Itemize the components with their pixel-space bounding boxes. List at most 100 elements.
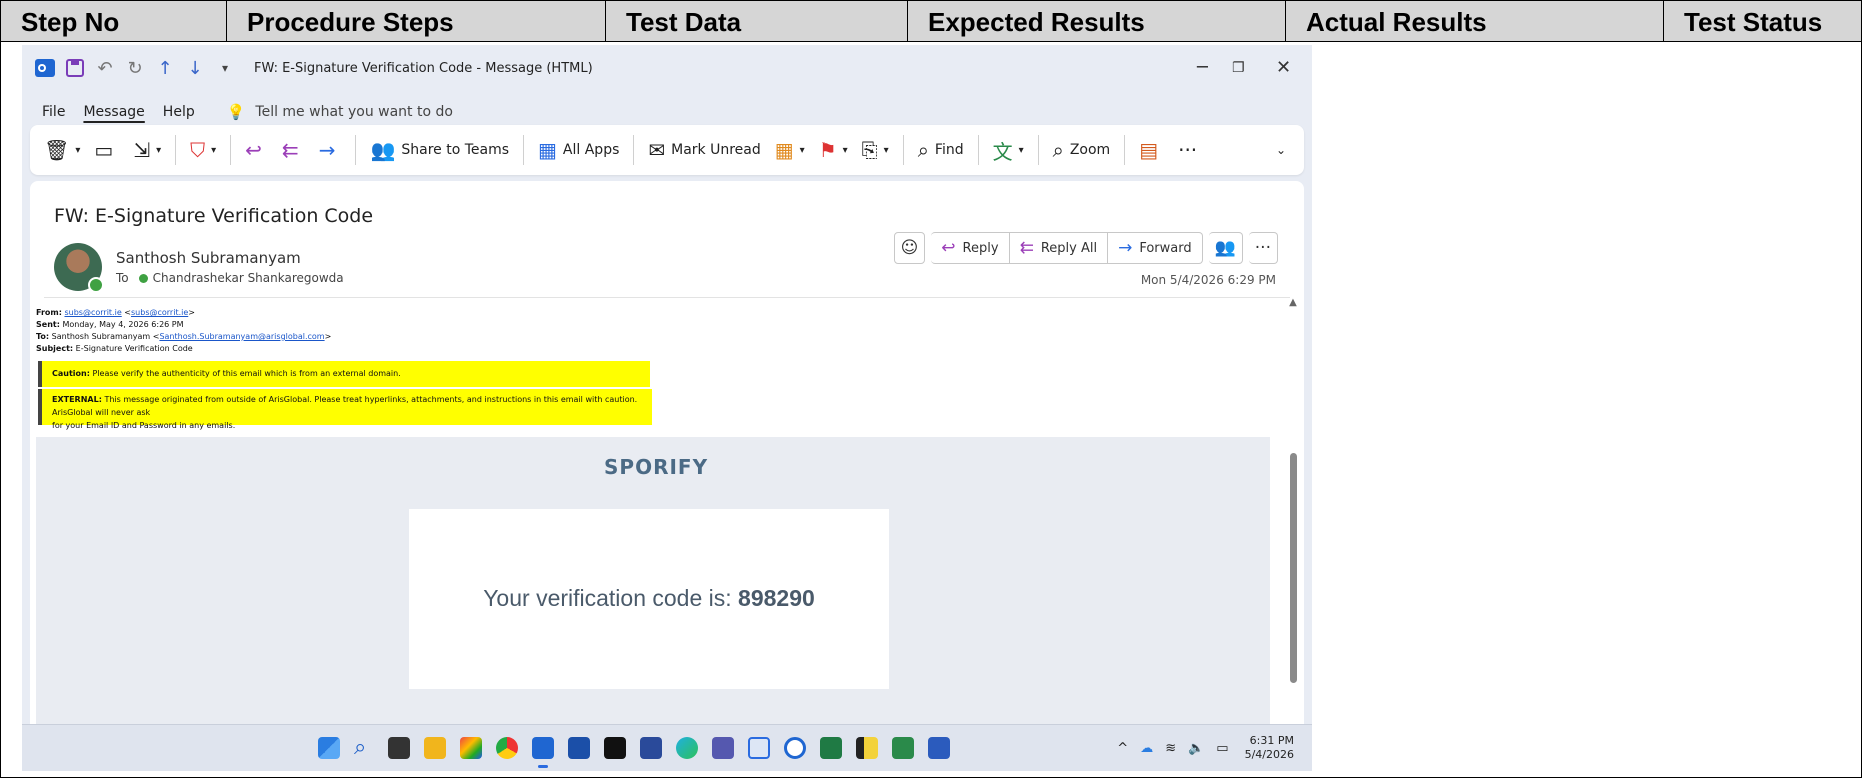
scroll-thumb[interactable] <box>1290 453 1297 683</box>
translate-button[interactable]: 文 ▾ <box>993 136 1024 165</box>
verification-code: 898290 <box>738 585 815 611</box>
chrome-icon[interactable] <box>496 737 518 759</box>
menu-bar: File Message Help 💡 Tell me what you wan… <box>22 97 453 127</box>
delete-button[interactable]: 🗑 ▾ <box>44 138 80 162</box>
recipient-presence-icon <box>138 273 148 283</box>
intellij-icon[interactable] <box>604 737 626 759</box>
clock-date: 5/4/2026 <box>1244 748 1294 761</box>
teams-taskbar-icon[interactable] <box>712 737 734 759</box>
file-explorer-icon[interactable] <box>424 737 446 759</box>
close-icon[interactable]: ✕ <box>1276 57 1291 78</box>
app-icon[interactable] <box>640 737 662 759</box>
report-button[interactable]: ⛉ ▾ <box>190 138 216 162</box>
search-icon[interactable]: ⌕ <box>354 735 376 760</box>
zoom-icon: ⌕ <box>1052 138 1064 162</box>
calendar-button[interactable]: ▤ <box>1139 138 1164 162</box>
battery-icon[interactable]: ▭ <box>1216 741 1228 756</box>
word-icon[interactable] <box>928 737 950 759</box>
categorize-icon: ▦ <box>774 138 794 162</box>
reply-all-ribbon-button[interactable]: ⇇ <box>282 138 305 162</box>
browser-icon[interactable] <box>784 737 806 759</box>
menu-message[interactable]: Message <box>83 104 144 120</box>
shield-icon: ⛉ <box>190 138 206 162</box>
reply-all-button[interactable]: ⇇ Reply All <box>1009 232 1109 264</box>
m365-icon[interactable] <box>460 737 482 759</box>
move-button[interactable]: ⇲ ▾ <box>133 138 161 162</box>
outlook-taskbar-icon[interactable] <box>532 737 554 768</box>
message-subject: FW: E-Signature Verification Code <box>54 205 374 227</box>
more-actions-button[interactable]: ··· <box>1248 232 1278 264</box>
forwarded-headers: From: subs@corrit.ie <subs@corrit.ie> Se… <box>36 308 332 353</box>
archive-button[interactable]: ▭ <box>94 138 119 162</box>
chevron-down-icon: ⌄ <box>1275 143 1286 157</box>
find-button[interactable]: ⌕ Find <box>918 138 964 162</box>
expand-ribbon-button[interactable]: ⌄ <box>1276 143 1286 157</box>
policy-button[interactable]: ⎘ ▾ <box>862 138 889 162</box>
menu-help[interactable]: Help <box>163 104 195 120</box>
reply-ribbon-button[interactable]: ↩ <box>245 138 268 162</box>
excel-icon[interactable] <box>820 737 842 759</box>
ribbon-separator <box>230 135 232 165</box>
caution-banner: Caution: Please verify the authenticity … <box>38 361 650 387</box>
tell-me-box[interactable]: 💡 Tell me what you want to do <box>227 103 453 121</box>
header-expected-results: Expected Results <box>908 1 1286 41</box>
sticky-notes-icon[interactable] <box>856 737 878 759</box>
zoom-button[interactable]: ⌕ Zoom <box>1053 138 1111 162</box>
archive-icon: ▭ <box>94 138 114 162</box>
sporify-logo: SPORIFY <box>604 455 709 479</box>
sender-avatar[interactable] <box>54 243 104 293</box>
calendar-icon: ▤ <box>1139 138 1159 162</box>
taskbar-clock[interactable]: 6:31 PM 5/4/2026 <box>1245 734 1294 762</box>
previous-item-icon[interactable]: ↑ <box>154 57 176 79</box>
to-email-link[interactable]: Santhosh.Subramanyam@arisglobal.com <box>159 332 324 341</box>
verification-code-text: Your verification code is: 898290 <box>409 585 889 612</box>
external-text-line2: for your Email ID and Password in any em… <box>52 421 236 430</box>
reply-icon: ↩ <box>941 238 956 258</box>
share-to-teams-button[interactable]: 👥 Share to Teams <box>370 138 509 162</box>
flag-button[interactable]: ⚑ ▾ <box>819 138 848 162</box>
volume-icon[interactable]: 🔈 <box>1188 741 1204 756</box>
all-apps-button[interactable]: ▦ All Apps <box>538 138 619 162</box>
from-link[interactable]: subs@corrit.ie <box>64 308 121 317</box>
next-item-icon[interactable]: ↓ <box>184 57 206 79</box>
sender-name[interactable]: Santhosh Subramanyam <box>116 249 301 267</box>
save-icon[interactable] <box>64 57 86 79</box>
react-button[interactable]: ☺ <box>893 232 926 264</box>
recipient-line: To Chandrashekar Shankaregowda <box>116 271 344 285</box>
notepad-icon[interactable] <box>748 737 770 759</box>
forward-button[interactable]: → Forward <box>1108 232 1203 264</box>
header-actual-results: Actual Results <box>1286 1 1664 41</box>
tell-me-text: Tell me what you want to do <box>255 104 453 120</box>
scroll-up-icon[interactable]: ▲ <box>1284 297 1302 308</box>
forward-ribbon-button[interactable]: → <box>319 138 342 162</box>
outlook-message-screenshot: ↶ ↻ ↑ ↓ ▾ FW: E-Signature Verification C… <box>22 45 1312 771</box>
mark-unread-button[interactable]: ✉ Mark Unread <box>648 138 760 162</box>
redo-icon[interactable]: ↻ <box>124 57 146 79</box>
forward-label: Forward <box>1139 240 1192 256</box>
all-apps-label: All Apps <box>562 142 620 158</box>
store-icon[interactable] <box>568 737 590 759</box>
header-step-no: Step No <box>1 1 227 41</box>
message-actions: ☺ ↩ Reply ⇇ Reply All → Forward 👥 ··· <box>893 232 1278 264</box>
from-email-link[interactable]: subs@corrit.ie <box>131 308 188 317</box>
restore-icon[interactable]: ❐ <box>1232 60 1245 76</box>
wifi-icon[interactable]: ≋ <box>1165 741 1176 756</box>
sheets-icon[interactable] <box>892 737 914 759</box>
categorize-button[interactable]: ▦ ▾ <box>775 138 805 162</box>
vertical-scrollbar[interactable]: ▲ ▼ <box>1284 297 1302 771</box>
more-options-button[interactable]: ··· <box>1178 138 1203 162</box>
teams-chat-button[interactable]: 👥 <box>1208 232 1243 264</box>
reply-button[interactable]: ↩ Reply <box>931 232 1010 264</box>
chevron-up-icon[interactable]: ^ <box>1117 741 1128 756</box>
menu-file[interactable]: File <box>42 104 65 120</box>
onedrive-icon[interactable]: ☁ <box>1140 741 1153 756</box>
translate-icon: 文 <box>992 139 1013 164</box>
minimize-icon[interactable]: ─ <box>1197 57 1208 78</box>
header-test-data: Test Data <box>606 1 908 41</box>
start-icon[interactable] <box>318 737 340 759</box>
undo-icon[interactable]: ↶ <box>94 57 116 79</box>
customize-toolbar-icon[interactable]: ▾ <box>214 57 236 79</box>
recipient-name[interactable]: Chandrashekar Shankaregowda <box>153 271 344 285</box>
edge-icon[interactable] <box>676 737 698 759</box>
task-view-icon[interactable] <box>388 737 410 759</box>
